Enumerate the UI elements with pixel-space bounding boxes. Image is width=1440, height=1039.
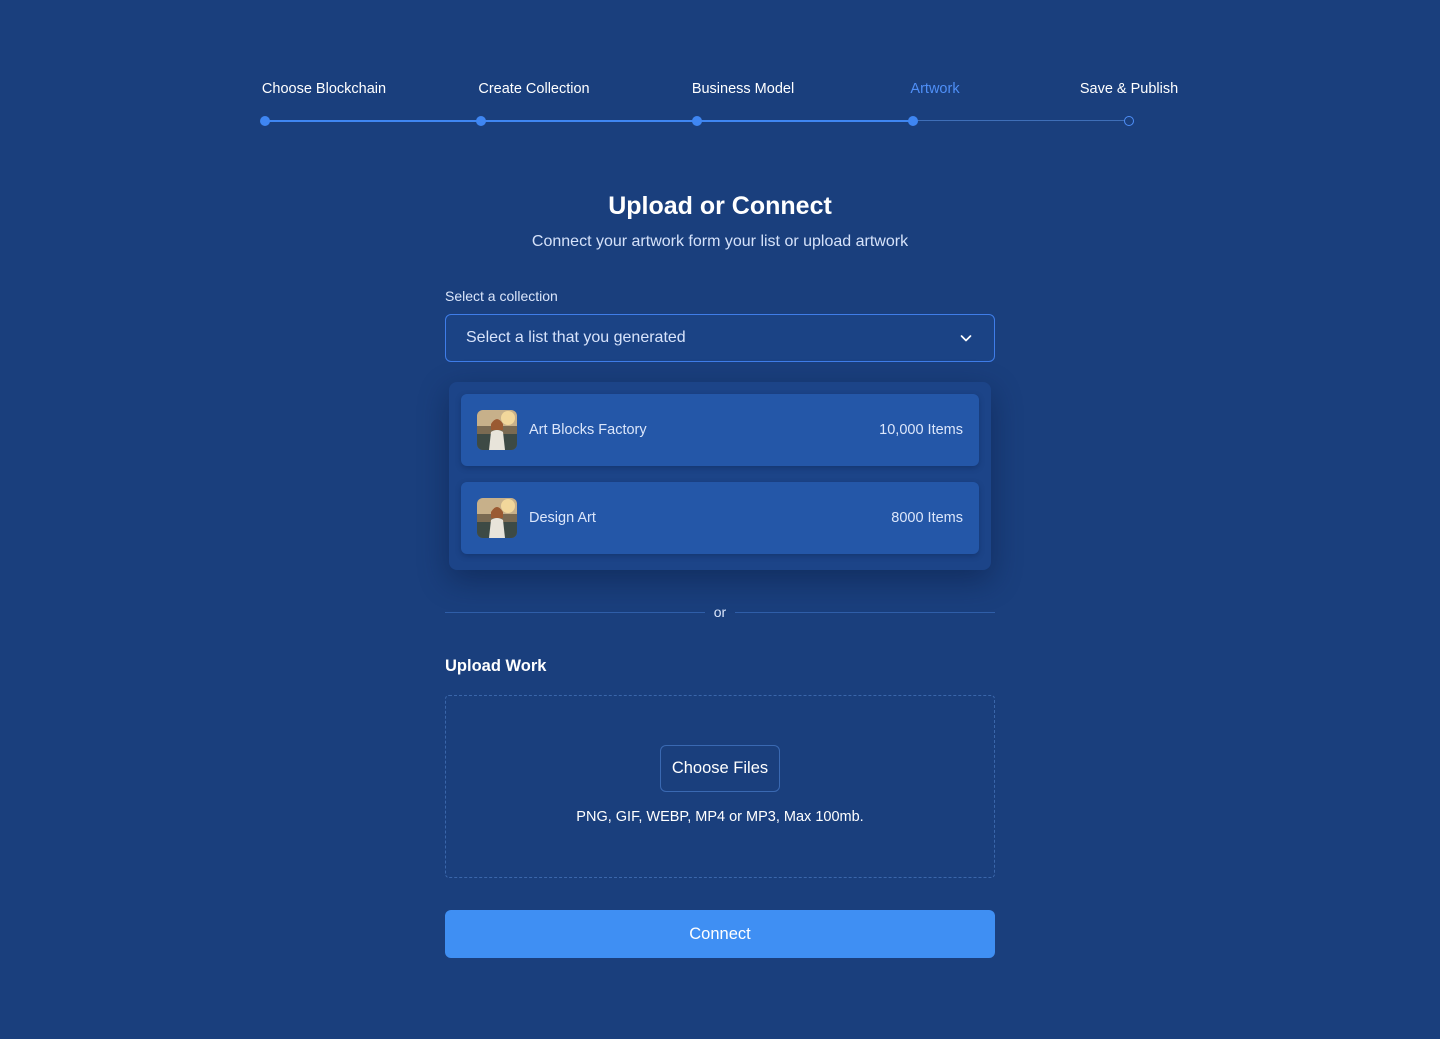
step-dot-pending (1124, 116, 1134, 126)
collection-option-design-art[interactable]: Design Art 8000 Items (461, 482, 979, 554)
page-title: Upload or Connect (608, 192, 832, 220)
collection-option-count: 8000 Items (891, 510, 963, 526)
step-dot-completed (260, 116, 270, 126)
stepper-track-completed (265, 120, 913, 122)
divider-or: or (713, 604, 727, 620)
step-dot-completed (476, 116, 486, 126)
upload-work-heading: Upload Work (445, 657, 547, 675)
step-dot-completed (692, 116, 702, 126)
page-subtitle: Connect your artwork form your list or u… (531, 233, 909, 250)
collection-select-label: Select a collection (445, 288, 558, 304)
collection-option-name: Design Art (529, 510, 596, 526)
divider-line-right (735, 612, 995, 613)
collection-option-art-blocks-factory[interactable]: Art Blocks Factory 10,000 Items (461, 394, 979, 466)
collection-option-name: Art Blocks Factory (529, 422, 647, 438)
progress-stepper: Choose Blockchain Create Collection Busi… (0, 0, 1440, 140)
upload-formats-hint: PNG, GIF, WEBP, MP4 or MP3, Max 100mb. (576, 809, 864, 825)
upload-or-connect-page: Choose Blockchain Create Collection Busi… (0, 0, 1440, 1039)
collection-select-placeholder: Select a list that you generated (466, 329, 686, 346)
connect-button[interactable]: Connect (445, 910, 995, 958)
step-dot-active (908, 116, 918, 126)
choose-files-button[interactable]: Choose Files (660, 745, 780, 792)
step-business-model[interactable]: Business Model (692, 81, 794, 97)
step-artwork[interactable]: Artwork (910, 81, 959, 97)
collection-select[interactable]: Select a list that you generated (445, 314, 995, 362)
step-create-collection[interactable]: Create Collection (478, 81, 589, 97)
stepper-track-pending (913, 120, 1129, 121)
step-save-publish[interactable]: Save & Publish (1080, 81, 1178, 97)
artwork-thumbnail-icon (477, 498, 517, 538)
artwork-thumbnail-icon (477, 410, 517, 450)
step-choose-blockchain[interactable]: Choose Blockchain (262, 81, 386, 97)
collection-option-count: 10,000 Items (879, 422, 963, 438)
divider-line-left (445, 612, 705, 613)
chevron-down-icon (960, 335, 972, 342)
collection-dropdown: Art Blocks Factory 10,000 Items Design A… (449, 382, 991, 570)
